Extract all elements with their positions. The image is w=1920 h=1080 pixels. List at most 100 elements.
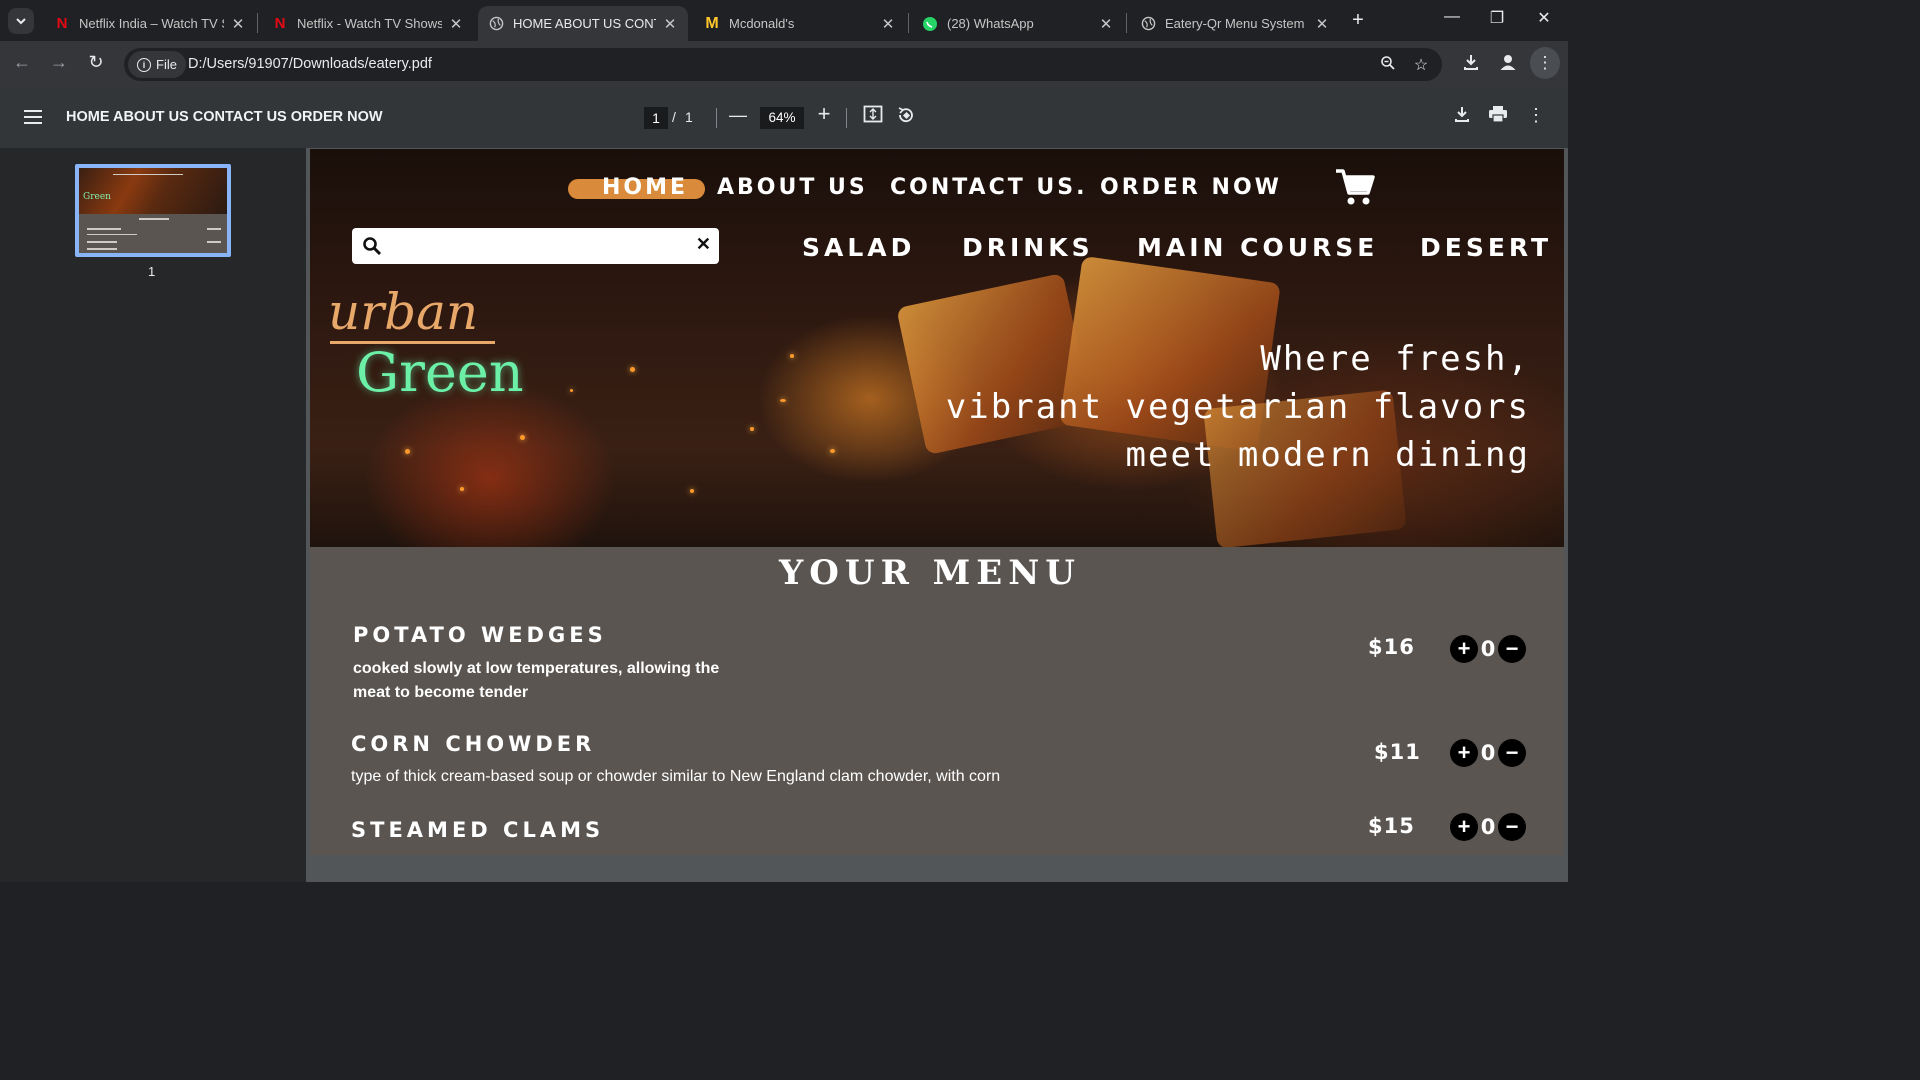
bookmark-star-icon[interactable]: ☆ (1411, 55, 1431, 75)
browser-tab-mcdonalds[interactable]: M Mcdonald's ✕ (694, 6, 906, 41)
pdf-toolbar: HOME ABOUT US CONTACT US ORDER NOW 1 / 1… (0, 88, 1568, 148)
tab-title: HOME ABOUT US CONTAC (513, 16, 656, 31)
document-title: HOME ABOUT US CONTACT US ORDER NOW (66, 109, 383, 125)
tab-title: Mcdonald's (729, 16, 795, 31)
pdf-page: HOME ABOUT US CONTACT US. ORDER NOW ✕ SA… (310, 149, 1564, 855)
menu-item-description: cooked slowly at low temperatures, allow… (353, 660, 720, 701)
nav-order-link[interactable]: ORDER NOW (1100, 175, 1282, 200)
zoom-level-input[interactable]: 64% (760, 107, 804, 129)
total-pages: 1 (685, 109, 693, 125)
pdf-more-options-icon[interactable]: ⋮ (1524, 105, 1548, 126)
hero-tagline: Where fresh, vibrant vegetarian flavors … (910, 335, 1530, 479)
search-clear-icon[interactable]: ✕ (696, 234, 711, 255)
increment-plus-icon[interactable]: + (1450, 739, 1478, 767)
minimize-icon[interactable]: — (1437, 8, 1467, 26)
logo-urban-text: urban (328, 283, 479, 341)
profile-icon[interactable] (1496, 53, 1520, 76)
tab-strip: N Netflix India – Watch TV Sh ✕ N Netfli… (0, 0, 1568, 41)
close-icon[interactable]: ✕ (448, 15, 464, 33)
netflix-icon: N (274, 15, 286, 32)
print-icon[interactable] (1486, 105, 1510, 128)
quantity-stepper: + 0 − (1450, 813, 1526, 841)
close-icon[interactable]: ✕ (880, 15, 896, 33)
menu-item-description: type of thick cream-based soup or chowde… (351, 768, 1001, 785)
browser-tab-eatery-qr[interactable]: Eatery-Qr Menu System ✕ (1130, 6, 1340, 41)
category-salad-link[interactable]: SALAD (802, 233, 915, 262)
decrement-minus-icon[interactable]: − (1498, 739, 1526, 767)
zoom-magnifier-icon[interactable] (1378, 55, 1398, 76)
site-info-chip[interactable]: i File (128, 51, 186, 78)
back-arrow-icon[interactable]: ← (9, 52, 35, 73)
category-desert-link[interactable]: DESERT (1420, 233, 1552, 262)
decrement-minus-icon[interactable]: − (1498, 635, 1526, 663)
chevron-down-icon (16, 18, 26, 25)
zoom-in-plus-icon[interactable]: + (812, 101, 836, 127)
menu-item-price: $11 (1374, 740, 1421, 764)
zoom-out-minus-icon[interactable]: — (726, 105, 750, 126)
netflix-icon: N (56, 15, 68, 32)
browser-tab-eatery-pdf[interactable]: HOME ABOUT US CONTAC ✕ (478, 6, 688, 41)
logo-green-text: Green (356, 341, 524, 404)
page-number-input[interactable]: 1 (644, 107, 668, 129)
quantity-value: 0 (1480, 741, 1496, 765)
menu-item-name: POTATO WEDGES (353, 623, 607, 647)
browser-tab-netflix[interactable]: N Netflix - Watch TV Shows C ✕ (262, 6, 474, 41)
page-thumbnail[interactable]: Green (75, 164, 231, 257)
quantity-value: 0 (1480, 815, 1496, 839)
menu-section-title: YOUR MENU (779, 553, 1081, 593)
menu-item-name: STEAMED CLAMS (351, 818, 605, 842)
mcdonalds-icon: M (705, 14, 719, 32)
browser-toolbar: ← → ↻ i File D:/Users/91907/Downloads/ea… (0, 41, 1568, 88)
tagline-line: vibrant vegetarian flavors (945, 387, 1530, 427)
thumbnail-sidebar: Green 1 (0, 148, 306, 882)
chip-label: File (156, 57, 177, 72)
rotate-icon[interactable] (894, 105, 918, 130)
browser-tab-netflix-india[interactable]: N Netflix India – Watch TV Sh ✕ (44, 6, 256, 41)
thumbnail-page-number: 1 (148, 264, 156, 279)
hamburger-menu-icon[interactable] (24, 110, 42, 124)
increment-plus-icon[interactable]: + (1450, 635, 1478, 663)
browser-menu-icon[interactable]: ⋮ (1530, 47, 1560, 79)
url-text[interactable]: D:/Users/91907/Downloads/eatery.pdf (188, 56, 432, 72)
close-icon[interactable]: ✕ (230, 15, 246, 33)
tab-search-button[interactable] (8, 8, 34, 34)
download-icon[interactable] (1459, 53, 1483, 76)
quantity-stepper: + 0 − (1450, 635, 1526, 663)
search-icon (363, 237, 382, 256)
menu-item-price: $16 (1368, 635, 1415, 659)
quantity-stepper: + 0 − (1450, 739, 1526, 767)
menu-search-input[interactable]: ✕ (352, 228, 719, 264)
address-bar[interactable]: i File D:/Users/91907/Downloads/eatery.p… (124, 48, 1442, 81)
window-close-icon[interactable]: ✕ (1529, 8, 1559, 28)
nav-home-link[interactable]: HOME (602, 175, 688, 200)
shopping-cart-icon[interactable] (1334, 167, 1376, 207)
nav-about-link[interactable]: ABOUT US (717, 175, 868, 200)
reload-icon[interactable]: ↻ (83, 52, 109, 73)
tab-title: Eatery-Qr Menu System (1165, 16, 1305, 31)
pdf-viewer: HOME ABOUT US CONTACT US. ORDER NOW ✕ SA… (306, 148, 1568, 882)
new-tab-plus-icon[interactable]: + (1346, 9, 1370, 32)
increment-plus-icon[interactable]: + (1450, 813, 1478, 841)
whatsapp-icon (922, 16, 938, 32)
decrement-minus-icon[interactable]: − (1498, 813, 1526, 841)
category-main-course-link[interactable]: MAIN COURSE (1137, 233, 1378, 262)
tab-title: Netflix - Watch TV Shows C (297, 16, 442, 31)
fit-to-page-icon[interactable] (861, 105, 885, 128)
tab-title: Netflix India – Watch TV Sh (79, 16, 224, 31)
info-icon: i (137, 57, 151, 72)
nav-contact-link[interactable]: CONTACT US. (890, 175, 1087, 200)
tagline-line: meet modern dining (1125, 435, 1530, 475)
pdf-download-icon[interactable] (1450, 105, 1474, 128)
close-icon[interactable]: ✕ (1314, 15, 1330, 33)
quantity-value: 0 (1480, 637, 1496, 661)
restore-icon[interactable]: ❐ (1482, 8, 1512, 28)
browser-tab-whatsapp[interactable]: (28) WhatsApp ✕ (912, 6, 1124, 41)
menu-item-name: CORN CHOWDER (351, 732, 596, 756)
close-icon[interactable]: ✕ (662, 15, 678, 33)
tab-title: (28) WhatsApp (947, 16, 1034, 31)
globe-icon (488, 16, 504, 32)
close-icon[interactable]: ✕ (1098, 15, 1114, 33)
globe-icon (1140, 16, 1156, 32)
forward-arrow-icon[interactable]: → (46, 52, 72, 73)
category-drinks-link[interactable]: DRINKS (962, 233, 1094, 262)
